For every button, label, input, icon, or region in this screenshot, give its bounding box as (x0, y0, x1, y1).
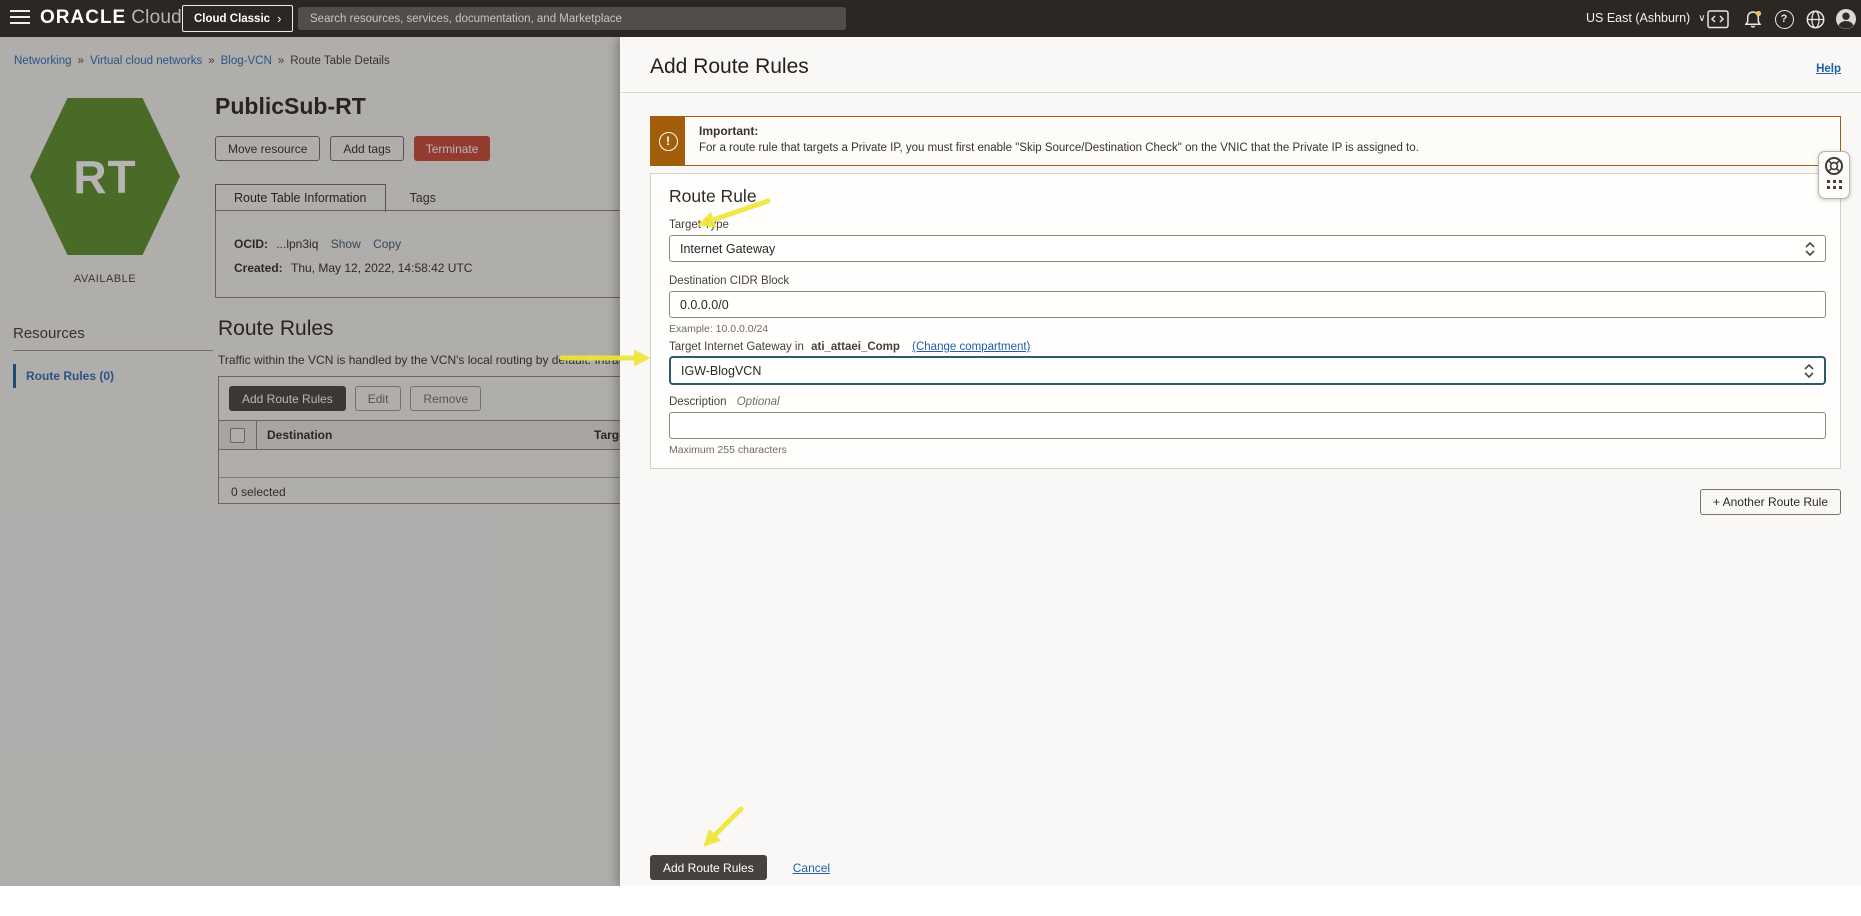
add-route-rules-drawer: Add Route Rules Help ! Important: For a … (620, 37, 1861, 886)
page-viewport: Networking»Virtual cloud networks»Blog-V… (0, 37, 1861, 886)
brand-cloud: Cloud (131, 7, 182, 28)
drag-handle-dots-icon[interactable] (1827, 180, 1842, 189)
help-icon[interactable]: ? (1772, 7, 1796, 31)
cidr-input[interactable] (669, 291, 1826, 318)
cloud-shell-icon[interactable] (1706, 7, 1730, 31)
hamburger-menu-icon[interactable] (10, 10, 32, 26)
internet-gateway-select[interactable]: IGW-BlogVCN (669, 356, 1826, 385)
caret-down-icon: ∨ (1698, 13, 1705, 24)
drawer-footer: Add Route Rules Cancel (650, 855, 830, 880)
optional-hint: Optional (737, 396, 780, 408)
banner-text: For a route rule that targets a Private … (699, 142, 1419, 154)
submit-add-route-rules-button[interactable]: Add Route Rules (650, 855, 767, 880)
cancel-link[interactable]: Cancel (793, 861, 830, 875)
top-bar: ORACLECloud Cloud Classic › US East (Ash… (0, 0, 1861, 37)
warning-icon: ! (659, 132, 678, 151)
banner-title: Important: (699, 124, 1419, 138)
user-avatar[interactable] (1834, 7, 1858, 31)
target-type-select[interactable]: Internet Gateway (669, 235, 1826, 262)
cidr-label: Destination CIDR Block (669, 275, 1826, 287)
description-input[interactable] (669, 412, 1826, 439)
notifications-bell-icon[interactable] (1741, 7, 1765, 31)
cloud-classic-button[interactable]: Cloud Classic › (182, 5, 293, 32)
drawer-title: Add Route Rules (650, 55, 809, 79)
compartment-name: ati_attaei_Comp (811, 341, 900, 353)
another-route-rule-button[interactable]: + Another Route Rule (1700, 489, 1841, 515)
language-globe-icon[interactable] (1803, 7, 1827, 31)
floating-support-widget[interactable] (1818, 151, 1850, 199)
gateway-label: Target Internet Gateway in ati_attaei_Co… (669, 341, 1826, 353)
change-compartment-link[interactable]: (Change compartment) (912, 341, 1030, 353)
target-type-label: Target Type (669, 219, 1826, 231)
life-ring-icon (1824, 156, 1844, 176)
help-link[interactable]: Help (1816, 63, 1841, 75)
chevron-right-icon: › (277, 11, 281, 26)
oracle-cloud-logo: ORACLECloud (40, 7, 182, 29)
search-input[interactable] (298, 7, 846, 30)
select-stepper-icon (1805, 241, 1815, 257)
brand-oracle: ORACLE (40, 7, 126, 28)
drawer-header-divider (620, 92, 1861, 93)
banner-stripe: ! (651, 117, 685, 165)
region-selector[interactable]: US East (Ashburn) ∨ (1586, 11, 1706, 25)
route-rule-heading: Route Rule (669, 186, 1826, 207)
route-rule-form-card: Route Rule Target Type Internet Gateway … (650, 173, 1841, 469)
select-stepper-icon (1804, 363, 1814, 379)
description-label: Description Optional (669, 396, 1826, 408)
description-hint: Maximum 255 characters (669, 444, 787, 456)
cidr-hint: Example: 10.0.0.0/24 (669, 323, 768, 335)
important-banner: ! Important: For a route rule that targe… (650, 116, 1841, 166)
